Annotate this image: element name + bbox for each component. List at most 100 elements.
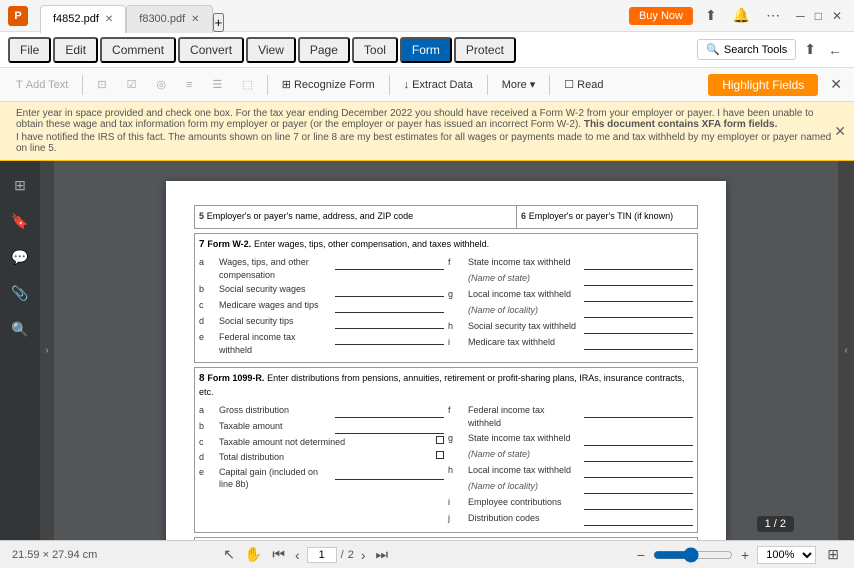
section6-title: Employer's or payer's TIN (if known) (529, 211, 673, 221)
section8-num: 8 (199, 373, 205, 384)
more-button[interactable]: More ▾ (494, 75, 544, 94)
extract-icon: ↓ (404, 79, 410, 91)
cursor-tool-button[interactable]: ↖ (220, 546, 238, 563)
title-bar-left: P f4852.pdf ✕ f8300.pdf ✕ + (8, 0, 224, 32)
toolbar: T Add Text ⊡ ☑ ◎ ≡ ☰ ⬚ ⊞ Recognize Form … (0, 68, 854, 102)
app-icon: P (8, 6, 28, 26)
section5-title: Employer's or payer's name, address, and… (207, 211, 413, 221)
more-chevron-icon: ▾ (530, 78, 536, 91)
list-button[interactable]: ☰ (204, 75, 230, 94)
search-tools-button[interactable]: 🔍 Search Tools (697, 39, 796, 60)
checkbox-8d[interactable] (436, 451, 444, 459)
checkbox-8c[interactable] (436, 436, 444, 444)
close-button[interactable]: ✕ (828, 7, 846, 25)
pdf-area[interactable]: 5 Employer's or payer's name, address, a… (54, 161, 838, 540)
menu-page[interactable]: Page (298, 37, 350, 63)
field-7e: eFederal income tax withheld (199, 331, 444, 356)
checkbox-button[interactable]: ☑ (119, 75, 145, 94)
circle-button[interactable]: ◎ (148, 75, 174, 94)
field-7d: dSocial security tips (199, 315, 444, 329)
extract-data-button[interactable]: ↓ Extract Data (396, 76, 481, 94)
sidebar-item-comments[interactable]: 💬 (4, 241, 36, 273)
section8-desc: Enter distributions from pensions, annui… (199, 373, 684, 397)
crop-button[interactable]: ⊡ (89, 75, 114, 94)
read-button[interactable]: ☐ Read (556, 75, 611, 94)
first-page-button[interactable]: ⏮ (269, 546, 288, 563)
page-separator: / (341, 549, 344, 561)
section8-right: fFederal income tax withheld gState inco… (448, 404, 693, 527)
more-options-icon[interactable]: ⋯ (762, 5, 784, 26)
tab-f4852[interactable]: f4852.pdf ✕ (40, 5, 126, 33)
close-highlight-icon[interactable]: ✕ (826, 74, 846, 95)
sidebar-item-bookmarks[interactable]: 🔖 (4, 205, 36, 237)
next-page-button[interactable]: › (358, 547, 369, 563)
fit-page-button[interactable]: ⊞ (824, 546, 842, 563)
tab-f8300[interactable]: f8300.pdf ✕ (126, 5, 212, 33)
prev-page-button[interactable]: ‹ (292, 547, 303, 563)
menu-protect[interactable]: Protect (454, 37, 516, 63)
align-button[interactable]: ≡ (178, 76, 200, 94)
field-8-state: (Name of state) (448, 448, 693, 462)
page-count-badge: 1 / 2 (757, 516, 794, 532)
menu-view[interactable]: View (246, 37, 296, 63)
hand-tool-button[interactable]: ✋ (242, 546, 265, 563)
add-tab-button[interactable]: + (213, 13, 225, 32)
buy-now-button[interactable]: Buy Now (629, 7, 693, 25)
zoom-in-button[interactable]: + (741, 547, 749, 563)
recognize-form-button[interactable]: ⊞ Recognize Form (274, 75, 383, 94)
zoom-slider[interactable] (653, 547, 733, 563)
alert-close-button[interactable]: ✕ (834, 123, 846, 140)
tab-f4852-label: f4852.pdf (53, 13, 99, 25)
navigation-controls: ↖ ✋ ⏮ ‹ / 2 › ⏭ (220, 546, 391, 563)
sidebar-item-search[interactable]: 🔍 (4, 313, 36, 345)
minimize-button[interactable]: ─ (792, 7, 809, 25)
share-icon[interactable]: ⬆ (701, 5, 721, 26)
field-button[interactable]: ⬚ (234, 75, 260, 94)
alert-banner: Enter year in space provided and check o… (0, 102, 854, 161)
notification-icon[interactable]: 🔔 (729, 5, 754, 26)
pdf-page: 5 Employer's or payer's name, address, a… (166, 181, 726, 540)
back-icon[interactable]: ← (824, 40, 846, 60)
maximize-button[interactable]: □ (811, 7, 826, 25)
last-page-button[interactable]: ⏭ (373, 546, 392, 563)
section6-label: 6 (521, 211, 526, 221)
section8-grid: aGross distribution bTaxable amount c Ta… (199, 404, 693, 527)
sidebar-item-pages[interactable]: ⊞ (4, 169, 36, 201)
menu-edit[interactable]: Edit (53, 37, 98, 63)
total-pages: 2 (348, 549, 354, 561)
field-8b: bTaxable amount (199, 420, 444, 434)
tab-f4852-close[interactable]: ✕ (105, 14, 113, 25)
checkbox-read-icon: ☐ (564, 78, 574, 91)
menu-form[interactable]: Form (400, 37, 452, 63)
tab-f8300-label: f8300.pdf (139, 13, 185, 25)
menu-file[interactable]: File (8, 37, 51, 63)
page-count-display: 1 / 2 (765, 518, 786, 530)
sidebar-collapse-button[interactable]: › (40, 161, 54, 540)
field-7-state: (Name of state) (448, 272, 693, 286)
alert-text: Enter year in space provided and check o… (16, 108, 838, 154)
menu-comment[interactable]: Comment (100, 37, 176, 63)
section-7: 7 Form W-2. Enter wages, tips, other com… (194, 233, 698, 363)
add-text-button[interactable]: T Add Text (8, 76, 76, 94)
right-panel-collapse[interactable]: ‹ (838, 161, 854, 540)
section7-title: Form W-2. (207, 239, 251, 249)
section7-right: fState income tax withheld (Name of stat… (448, 256, 693, 358)
sidebar-item-attachments[interactable]: 📎 (4, 277, 36, 309)
main-content: ⊞ 🔖 💬 📎 🔍 › 5 Employer's or payer's name… (0, 161, 854, 540)
page-number-input[interactable] (307, 547, 337, 563)
highlight-fields-button[interactable]: Highlight Fields (708, 74, 818, 96)
menu-convert[interactable]: Convert (178, 37, 244, 63)
section7-num: 7 (199, 239, 205, 250)
field-7f: fState income tax withheld (448, 256, 693, 270)
toolbar-separator-2 (267, 75, 268, 95)
menu-tool[interactable]: Tool (352, 37, 398, 63)
chevron-left-icon: ‹ (844, 345, 847, 356)
zoom-out-button[interactable]: − (637, 547, 645, 563)
field-8j: jDistribution codes (448, 512, 693, 526)
tab-f8300-close[interactable]: ✕ (191, 14, 199, 25)
field-8d: d Total distribution (199, 451, 444, 464)
section8-header: 8 Form 1099-R. Enter distributions from … (199, 372, 693, 400)
zoom-select[interactable]: 100% 75% 50% 125% 150% (757, 546, 816, 564)
field-8a: aGross distribution (199, 404, 444, 418)
share-doc-icon[interactable]: ⬆ (800, 39, 820, 60)
